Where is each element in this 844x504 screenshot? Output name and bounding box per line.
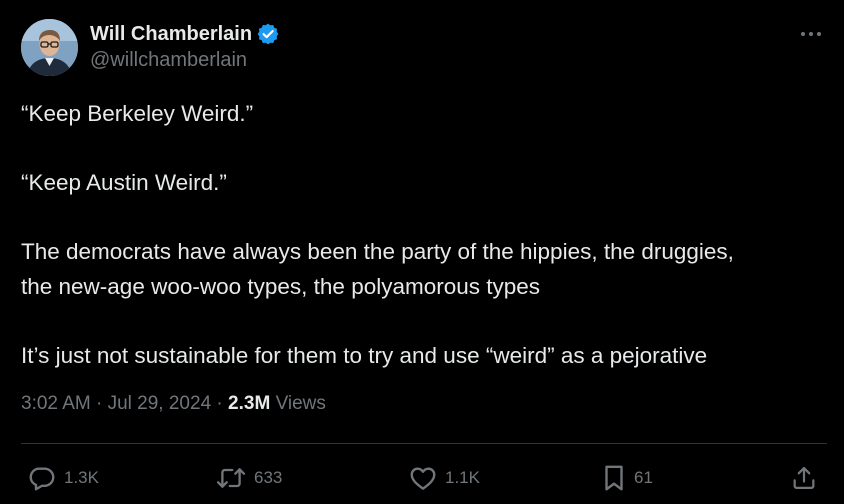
reply-button[interactable]: 1.3K: [27, 460, 99, 496]
tweet-line: The democrats have always been the party…: [21, 239, 734, 264]
repost-icon: [216, 468, 246, 488]
verified-badge-icon[interactable]: [257, 23, 279, 45]
share-icon: [793, 466, 815, 490]
like-count: 1.1K: [445, 468, 480, 487]
more-horizontal-icon: [801, 32, 821, 36]
meta-separator: ·: [216, 393, 223, 414]
tweet-date[interactable]: Jul 29, 2024: [108, 393, 212, 414]
views-label: Views: [275, 393, 326, 414]
bookmark-icon: [605, 465, 623, 491]
tweet-time[interactable]: 3:02 AM: [21, 393, 91, 414]
author-row: Will Chamberlain: [90, 21, 279, 47]
tweet-line: “Keep Berkeley Weird.”: [21, 101, 254, 126]
avatar[interactable]: [21, 19, 78, 76]
views-count[interactable]: 2.3M: [228, 393, 270, 414]
share-button[interactable]: [790, 460, 818, 496]
action-bar: 1.3K 633 1.1K 61: [0, 460, 844, 496]
heart-icon: [410, 467, 436, 490]
reply-icon: [29, 467, 55, 491]
tweet-line: the new-age woo-woo types, the polyamoro…: [21, 273, 541, 299]
author-handle[interactable]: @willchamberlain: [90, 49, 247, 72]
reply-count: 1.3K: [64, 468, 99, 487]
repost-button[interactable]: 633: [215, 460, 282, 496]
tweet-text: “Keep Berkeley Weird.” “Keep Austin Weir…: [21, 97, 821, 373]
tweet-line: It’s just not sustainable for them to tr…: [21, 342, 708, 368]
bookmark-button[interactable]: 61: [601, 460, 653, 496]
tweet-meta: 3:02 AM · Jul 29, 2024 · 2.3M Views: [21, 393, 326, 415]
repost-count: 633: [254, 468, 283, 487]
divider: [21, 443, 827, 444]
author-display-name[interactable]: Will Chamberlain: [90, 23, 252, 46]
like-button[interactable]: 1.1K: [408, 460, 480, 496]
tweet-line: “Keep Austin Weird.”: [21, 170, 227, 195]
more-options-button[interactable]: [798, 24, 824, 44]
avatar-photo: [21, 19, 78, 76]
meta-separator: ·: [96, 393, 103, 414]
bookmark-count: 61: [634, 468, 653, 487]
